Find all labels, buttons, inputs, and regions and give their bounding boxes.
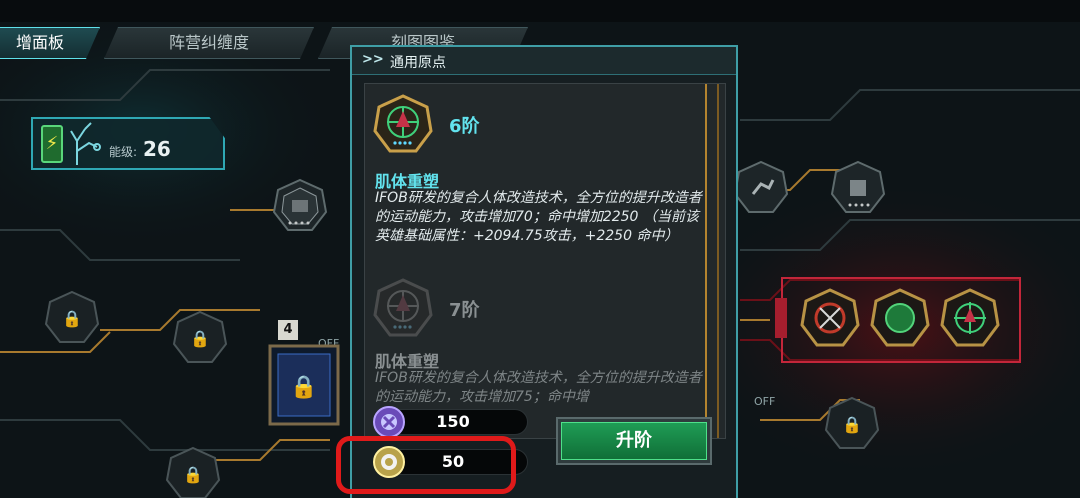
target-emblem-icon [373, 94, 433, 153]
node-target-icon[interactable] [940, 288, 1000, 348]
battery-icon: ⚡ [41, 125, 63, 163]
skill-desc-current: IFOB研发的复合人体改造技术，全方位的提升改造者的运动能力，攻击增加70；命中… [375, 190, 702, 244]
skill-desc-next: IFOB研发的复合人体改造技术，全方位的提升改造者的运动能力，攻击增加75；命中… [375, 370, 702, 405]
upgrade-button[interactable]: 升阶 [556, 417, 712, 465]
level-indicator: ⚡ 能级: 26 [31, 117, 225, 170]
locked-chip-icon[interactable]: 🔒 [268, 344, 340, 426]
node-green-grid-icon[interactable] [870, 288, 930, 348]
level-value: 26 [143, 137, 171, 161]
node-mech-icon[interactable] [272, 178, 328, 234]
skill-description-panel[interactable]: 6阶 肌体重塑 IFOB研发的复合人体改造技术，全方位的提升改造者的运动能力，攻… [364, 83, 726, 439]
off-label: OFF [754, 395, 776, 408]
circuit-tree-icon [70, 122, 101, 165]
tab-label: 增面板 [15, 33, 64, 52]
rank-label-next: 7阶 [449, 300, 480, 321]
popup-title: 通用原点 [390, 55, 446, 71]
chevron-double-icon: >> [362, 52, 384, 67]
svg-text:🔒: 🔒 [290, 375, 317, 400]
node-number-badge: 4 [278, 320, 298, 340]
tab-label: 阵营纠缠度 [168, 33, 249, 52]
svg-text:🔒: 🔒 [842, 415, 862, 434]
target-emblem-icon [373, 278, 433, 337]
origin-point-popup: >> 通用原点 6阶 肌体重塑 IFOB研发的复合人体改造技术，全方位的提升改造… [350, 45, 738, 498]
node-locked-1[interactable]: 🔒 [44, 290, 100, 346]
rank-label-current: 6阶 [449, 116, 480, 137]
svg-text:🔒: 🔒 [183, 465, 203, 484]
upgrade-button-label: 升阶 [561, 422, 707, 460]
tab-panel[interactable]: 增面板 [0, 27, 100, 59]
node-locked-2[interactable]: 🔒 [172, 310, 228, 366]
node-red-sigil-icon[interactable] [800, 288, 860, 348]
node-locked-4[interactable]: 🔒 [824, 396, 880, 452]
red-highlight-annotation [336, 436, 516, 494]
tab-faction[interactable]: 阵营纠缠度 [104, 27, 314, 59]
node-mech-icon[interactable] [830, 160, 886, 216]
level-label: 能级: [109, 145, 138, 159]
node-runner-icon[interactable] [733, 160, 789, 216]
purple-core-icon [373, 406, 405, 438]
popup-header: >> 通用原点 [352, 47, 736, 75]
node-locked-3[interactable]: 🔒 [165, 446, 221, 498]
svg-text:🔒: 🔒 [62, 309, 82, 328]
svg-text:🔒: 🔒 [190, 329, 210, 348]
scrollbar-rail[interactable] [705, 84, 719, 438]
